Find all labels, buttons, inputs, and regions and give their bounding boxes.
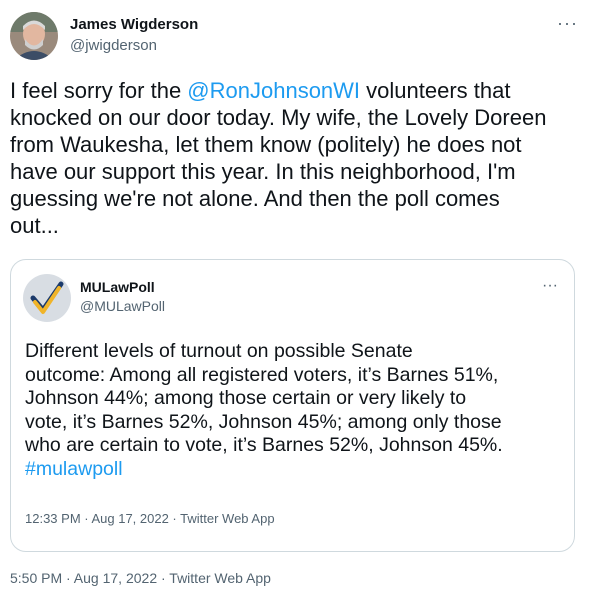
hashtag-link[interactable]: #mulawpoll <box>25 458 570 482</box>
tweet-text-start: I feel sorry for the <box>10 78 188 103</box>
quoted-author-handle[interactable]: @MULawPoll <box>80 298 165 314</box>
quoted-more-options-icon[interactable]: ··· <box>542 278 558 294</box>
quoted-author-avatar[interactable] <box>23 274 71 322</box>
more-options-icon[interactable]: ··· <box>557 14 578 32</box>
mention-link[interactable]: @RonJohnsonWI <box>187 78 360 103</box>
quoted-text-body: Different levels of turnout on possible … <box>25 340 503 456</box>
quoted-tweet[interactable]: MULawPoll @MULawPoll ··· Different level… <box>10 259 575 552</box>
quoted-author-name[interactable]: MULawPoll <box>80 279 155 295</box>
author-name[interactable]: James Wigderson <box>70 16 198 33</box>
tweet-timestamp[interactable]: 5:50 PM · Aug 17, 2022 · Twitter Web App <box>10 570 271 586</box>
quoted-timestamp[interactable]: 12:33 PM · Aug 17, 2022 · Twitter Web Ap… <box>25 511 275 526</box>
quoted-tweet-text: Different levels of turnout on possible … <box>25 340 570 481</box>
author-avatar[interactable] <box>10 12 58 60</box>
tweet-text: I feel sorry for the @RonJohnsonWI volun… <box>10 77 580 239</box>
author-handle[interactable]: @jwigderson <box>70 37 157 54</box>
